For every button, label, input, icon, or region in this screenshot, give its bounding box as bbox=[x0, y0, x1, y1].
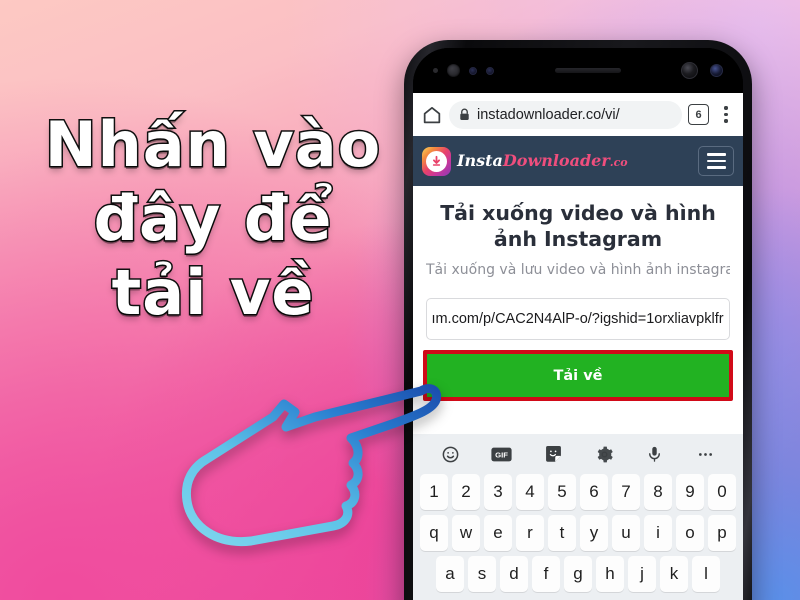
ir-emitter-icon bbox=[486, 66, 494, 75]
site-header: InstaDownloader.co bbox=[413, 136, 743, 186]
row1-5[interactable]: 5 bbox=[548, 474, 576, 510]
browser-toolbar: instadownloader.co/vi/ 6 bbox=[413, 93, 743, 136]
row2-t[interactable]: t bbox=[548, 515, 576, 551]
home-icon[interactable] bbox=[421, 104, 443, 126]
row2-r[interactable]: r bbox=[516, 515, 544, 551]
page-content: Tải xuống video và hình ảnh Instagram Tả… bbox=[413, 186, 743, 434]
row1-2[interactable]: 2 bbox=[452, 474, 480, 510]
overlay-line-3: tải về bbox=[110, 255, 315, 331]
overlay-line-1: Nhấn vào bbox=[43, 107, 382, 183]
url-text: instadownloader.co/vi/ bbox=[477, 106, 620, 123]
row1-0[interactable]: 0 bbox=[708, 474, 736, 510]
keyboard-row-qwerty: qwertyuiop bbox=[413, 515, 743, 551]
tab-count-button[interactable]: 6 bbox=[688, 104, 709, 125]
row2-p[interactable]: p bbox=[708, 515, 736, 551]
keyboard-toolbar: GIF bbox=[413, 434, 743, 474]
phone-device: instadownloader.co/vi/ 6 InstaDownloader… bbox=[404, 40, 752, 600]
site-logo[interactable]: InstaDownloader.co bbox=[422, 146, 628, 176]
instruction-overlay: Nhấn vào đây để tải về bbox=[18, 107, 408, 331]
row3-s[interactable]: s bbox=[468, 556, 496, 592]
logo-part-insta: Insta bbox=[457, 151, 503, 170]
gear-icon[interactable] bbox=[595, 445, 614, 464]
row2-q[interactable]: q bbox=[420, 515, 448, 551]
row2-i[interactable]: i bbox=[644, 515, 672, 551]
on-screen-keyboard: GIF 1 2 3 4 5 6 7 8 9 0 q w e r t y u i … bbox=[413, 434, 743, 600]
overlay-line-2: đây để bbox=[92, 181, 333, 257]
row2-u[interactable]: u bbox=[612, 515, 640, 551]
instagram-url-input[interactable]: ım.com/p/CAC2N4AlP-o/?igshid=1orxliavpkl… bbox=[426, 298, 730, 340]
iris-sensor-icon bbox=[447, 64, 460, 77]
keyboard-row-numbers: 1234567890 bbox=[413, 474, 743, 510]
row1-3[interactable]: 3 bbox=[484, 474, 512, 510]
row3-l[interactable]: l bbox=[692, 556, 720, 592]
screenshot-stage: instadownloader.co/vi/ 6 InstaDownloader… bbox=[0, 0, 800, 600]
row1-9[interactable]: 9 bbox=[676, 474, 704, 510]
microphone-icon[interactable] bbox=[645, 445, 664, 464]
phone-top-bezel bbox=[413, 48, 743, 93]
earpiece-speaker-icon bbox=[554, 68, 621, 73]
secondary-camera-icon bbox=[710, 64, 723, 77]
lock-icon bbox=[459, 108, 470, 121]
gif-icon[interactable]: GIF bbox=[491, 447, 513, 462]
row3-k[interactable]: k bbox=[660, 556, 688, 592]
row3-g[interactable]: g bbox=[564, 556, 592, 592]
row1-4[interactable]: 4 bbox=[516, 474, 544, 510]
row1-8[interactable]: 8 bbox=[644, 474, 672, 510]
proximity-sensor-icon bbox=[433, 68, 438, 73]
instagram-url-value: ım.com/p/CAC2N4AlP-o/?igshid=1orxliavpkl… bbox=[431, 311, 724, 327]
row2-y[interactable]: y bbox=[580, 515, 608, 551]
row2-e[interactable]: e bbox=[484, 515, 512, 551]
light-sensor-icon bbox=[469, 66, 477, 75]
more-dots-icon[interactable] bbox=[696, 445, 715, 464]
row1-1[interactable]: 1 bbox=[420, 474, 448, 510]
row2-o[interactable]: o bbox=[676, 515, 704, 551]
sticker-icon[interactable] bbox=[544, 445, 563, 464]
phone-screen: instadownloader.co/vi/ 6 InstaDownloader… bbox=[413, 93, 743, 600]
download-button-label: Tải về bbox=[553, 367, 603, 384]
page-subtitle: Tải xuống và lưu video và hình ảnh insta… bbox=[426, 262, 730, 278]
site-logo-text: InstaDownloader.co bbox=[457, 153, 628, 169]
keyboard-row-home: asdfghjkl bbox=[413, 556, 743, 592]
phone-inner-bezel: instadownloader.co/vi/ 6 InstaDownloader… bbox=[413, 48, 743, 600]
download-highlight-box: Tải về bbox=[423, 350, 733, 401]
download-button[interactable]: Tải về bbox=[427, 354, 729, 397]
emoji-icon[interactable] bbox=[441, 445, 460, 464]
page-title: Tải xuống video và hình ảnh Instagram bbox=[440, 201, 716, 251]
row3-a[interactable]: a bbox=[436, 556, 464, 592]
row1-6[interactable]: 6 bbox=[580, 474, 608, 510]
row1-7[interactable]: 7 bbox=[612, 474, 640, 510]
hamburger-menu-icon[interactable] bbox=[698, 146, 734, 176]
logo-part-downloader: Downloader bbox=[502, 151, 610, 170]
row3-d[interactable]: d bbox=[500, 556, 528, 592]
instadownloader-logo-icon bbox=[422, 146, 451, 176]
logo-part-tld: .co bbox=[609, 156, 628, 169]
overflow-menu-icon[interactable] bbox=[715, 106, 737, 123]
row3-j[interactable]: j bbox=[628, 556, 656, 592]
svg-text:GIF: GIF bbox=[496, 450, 509, 459]
row3-h[interactable]: h bbox=[596, 556, 624, 592]
row2-w[interactable]: w bbox=[452, 515, 480, 551]
row3-f[interactable]: f bbox=[532, 556, 560, 592]
front-camera-icon bbox=[681, 62, 698, 79]
url-bar[interactable]: instadownloader.co/vi/ bbox=[449, 100, 682, 129]
